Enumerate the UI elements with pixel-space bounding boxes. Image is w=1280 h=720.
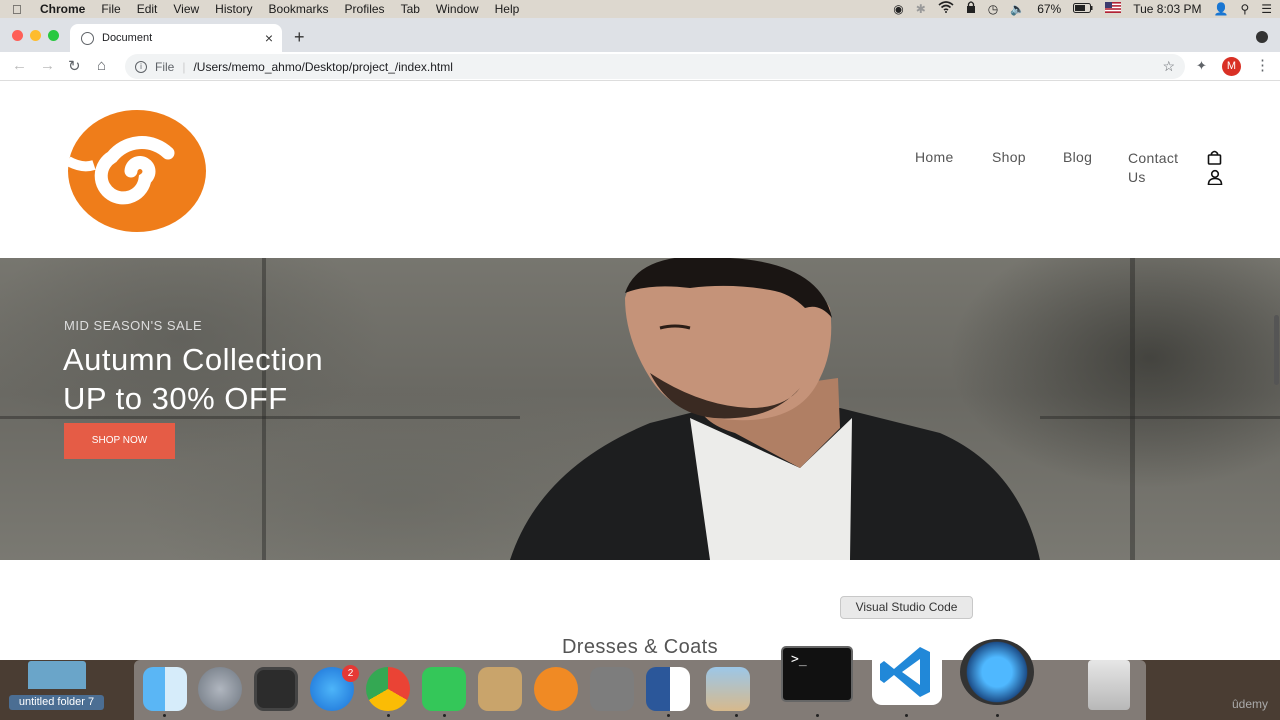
preview-icon[interactable] — [706, 667, 750, 711]
forward-arrow-icon[interactable]: → — [40, 57, 55, 74]
notification-center-icon[interactable]: ☰ — [1261, 0, 1272, 18]
clock[interactable]: Tue 8:03 PM — [1133, 2, 1201, 16]
record-icon[interactable]: ◉ — [893, 0, 903, 18]
dock-running-dot — [735, 714, 738, 717]
url-separator: | — [182, 59, 186, 74]
us-flag-icon[interactable] — [1105, 0, 1122, 18]
shop-now-button[interactable]: SHOP NOW — [64, 423, 175, 459]
dock-running-dot — [163, 714, 166, 717]
quicktime-icon[interactable] — [960, 639, 1034, 705]
user-account-nav-icon[interactable] — [1207, 169, 1223, 185]
macos-menu-bar:  Chrome File Edit View History Bookmark… — [0, 0, 1280, 18]
shopping-bag-icon[interactable] — [1207, 150, 1222, 165]
tab-strip: Document × + — [0, 18, 1280, 52]
site-info-icon[interactable]: i — [135, 60, 147, 73]
user-account-icon[interactable]: 👤 — [1213, 0, 1228, 18]
url-text[interactable]: /Users/memo_ahmo/Desktop/project_/index.… — [193, 60, 452, 74]
udemy-watermark: ûdemy — [1231, 697, 1268, 711]
folder-icon[interactable] — [28, 661, 86, 689]
browser-toolbar: ← → ↻ ⌂ i File | /Users/memo_ahmo/Deskto… — [0, 52, 1280, 81]
section-title: Dresses & Coats — [561, 636, 719, 658]
spotlight-search-icon[interactable]: ⚲ — [1240, 0, 1249, 18]
vscode-icon[interactable] — [872, 639, 942, 705]
app-store-badge: 2 — [342, 665, 359, 682]
new-tab-button[interactable]: + — [294, 27, 305, 48]
back-arrow-icon[interactable]: ← — [12, 57, 27, 74]
system-preferences-icon[interactable] — [590, 667, 634, 711]
hero-sale-label: MID SEASON'S SALE — [64, 318, 203, 333]
reload-icon[interactable]: ↻ — [68, 57, 81, 75]
dock-running-dot — [443, 714, 446, 717]
home-icon[interactable]: ⌂ — [97, 57, 106, 74]
chrome-icon[interactable] — [366, 667, 410, 711]
menu-tab[interactable]: Tab — [401, 2, 420, 16]
hero-headline-line1: Autumn Collection — [63, 342, 324, 377]
time-machine-icon[interactable]: ◷ — [988, 0, 998, 18]
profile-avatar[interactable]: M — [1222, 57, 1241, 76]
chrome-menu-icon[interactable]: ⋮ — [1255, 56, 1270, 74]
dock-running-dot — [387, 714, 390, 717]
menu-profiles[interactable]: Profiles — [345, 2, 385, 16]
close-tab-icon[interactable]: × — [265, 30, 273, 46]
dock-running-dot — [905, 714, 908, 717]
trash-icon[interactable] — [1088, 660, 1130, 710]
ibooks-icon[interactable] — [534, 667, 578, 711]
apple-menu-icon[interactable]:  — [12, 2, 26, 17]
battery-icon[interactable] — [1073, 0, 1093, 18]
zoom-window-button[interactable] — [48, 30, 59, 41]
desktop-folder-label[interactable]: untitled folder 7 — [9, 695, 104, 710]
nav-blog[interactable]: Blog — [1063, 149, 1092, 165]
browser-tab[interactable]: Document × — [70, 24, 282, 52]
word-icon[interactable] — [646, 667, 690, 711]
menu-history[interactable]: History — [215, 2, 252, 16]
menu-bookmarks[interactable]: Bookmarks — [269, 2, 329, 16]
close-window-button[interactable] — [12, 30, 23, 41]
nav-contact-us[interactable]: Contact Us — [1128, 149, 1190, 187]
menu-help[interactable]: Help — [495, 2, 520, 16]
url-scheme-label: File — [155, 59, 175, 74]
nav-shop[interactable]: Shop — [992, 149, 1026, 165]
menu-window[interactable]: Window — [436, 2, 479, 16]
hero-banner: MID SEASON'S SALE Autumn Collection UP t… — [0, 258, 1280, 560]
web-page: Home Shop Blog Contact Us MID SEASON'S S… — [0, 81, 1280, 661]
address-bar[interactable]: i File | /Users/memo_ahmo/Desktop/projec… — [125, 54, 1185, 79]
lock-icon[interactable] — [966, 0, 976, 18]
nav-home[interactable]: Home — [915, 149, 954, 165]
wifi-icon[interactable] — [938, 0, 954, 18]
contacts-icon[interactable] — [478, 667, 522, 711]
tab-title: Document — [102, 32, 153, 44]
menu-view[interactable]: View — [173, 2, 199, 16]
bookmark-star-icon[interactable]: ☆ — [1162, 58, 1175, 75]
extensions-puzzle-icon[interactable]: ✦ — [1196, 58, 1207, 74]
terminal-icon[interactable]: >_ — [781, 646, 853, 702]
globe-icon — [81, 31, 94, 45]
hero-model-image — [510, 258, 1040, 560]
menu-chrome[interactable]: Chrome — [40, 2, 85, 16]
dock-running-dot — [816, 714, 819, 717]
mission-control-icon[interactable] — [254, 667, 298, 711]
menu-edit[interactable]: Edit — [137, 2, 158, 16]
battery-percent[interactable]: 67% — [1037, 2, 1061, 16]
dock-running-dot — [667, 714, 670, 717]
dock-tooltip: Visual Studio Code — [840, 596, 973, 619]
tab-search-icon[interactable] — [1256, 31, 1268, 43]
menu-file[interactable]: File — [101, 2, 120, 16]
dock-running-dot — [996, 714, 999, 717]
bluetooth-icon[interactable]: ✱ — [916, 0, 926, 18]
facetime-icon[interactable] — [422, 667, 466, 711]
hero-headline: Autumn Collection UP to 30% OFF — [63, 340, 323, 418]
hero-headline-line2: UP to 30% OFF — [63, 381, 288, 416]
finder-icon[interactable] — [143, 667, 187, 711]
page-scrollbar[interactable] — [1274, 315, 1279, 385]
spiral-logo[interactable] — [68, 109, 206, 233]
minimize-window-button[interactable] — [30, 30, 41, 41]
volume-icon[interactable]: 🔈 — [1010, 0, 1025, 18]
launchpad-icon[interactable] — [198, 667, 242, 711]
